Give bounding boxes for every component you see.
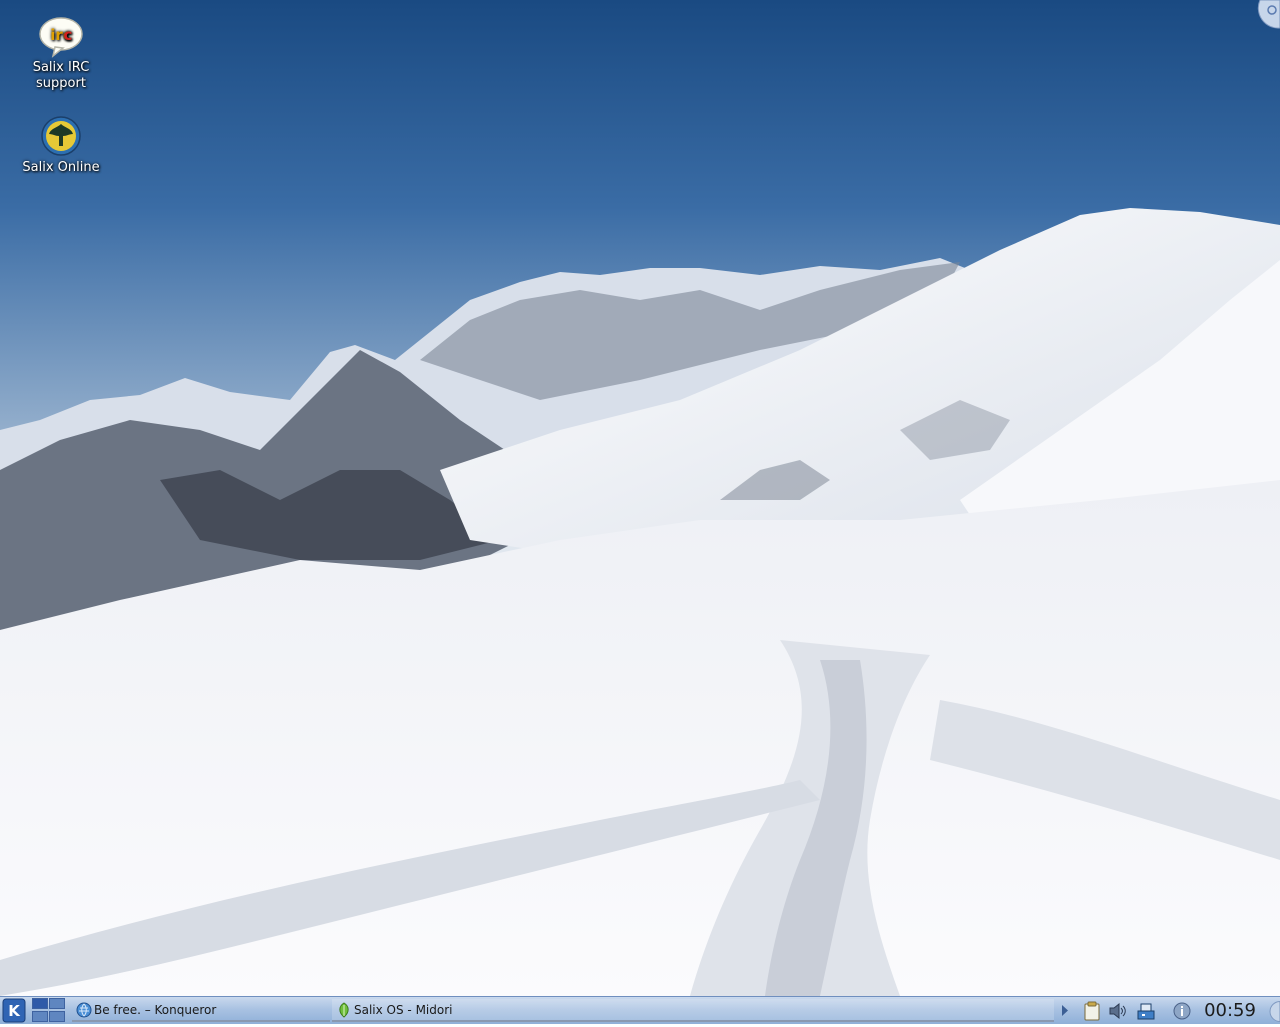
clipboard-icon[interactable]: [1082, 1001, 1102, 1021]
taskbar-item-label: Be free. – Konqueror: [94, 1002, 217, 1017]
salix-globe-icon: [41, 116, 81, 156]
svg-text:K: K: [8, 1002, 21, 1020]
taskbar-item-midori[interactable]: Salix OS - Midori: [332, 999, 1054, 1022]
info-icon[interactable]: [1172, 1001, 1192, 1021]
desktop-pager[interactable]: [32, 998, 66, 1023]
taskbar-item-label: Salix OS - Midori: [354, 1002, 453, 1017]
svg-text:c: c: [64, 26, 73, 44]
konqueror-icon: [76, 1002, 92, 1017]
midori-icon: [339, 1001, 349, 1018]
pager-desktop-3[interactable]: [32, 1010, 48, 1022]
tray-expand-arrow[interactable]: [1058, 998, 1072, 1023]
taskbar: K Be free. – Konqueror Salix OS - Midori: [0, 996, 1280, 1024]
taskbar-clock[interactable]: 00:59: [1200, 998, 1260, 1023]
taskbar-item-konqueror[interactable]: Be free. – Konqueror: [72, 999, 330, 1022]
irc-icon: irc c: [39, 17, 83, 58]
kde-menu-button[interactable]: K: [2, 998, 26, 1023]
desktop-icon-label: Salix IRC support: [32, 60, 90, 91]
volume-icon[interactable]: [1108, 1001, 1128, 1021]
pager-desktop-4[interactable]: [49, 1010, 65, 1022]
pager-desktop-1[interactable]: [32, 998, 48, 1009]
desktop-icon-label: Salix Online: [22, 160, 100, 175]
desktop-corner-toolbox-icon[interactable]: [1248, 0, 1280, 30]
desktop: irc c Salix IRC support Salix Online: [0, 0, 1280, 996]
desktop-icon-irc[interactable]: irc c Salix IRC support: [13, 14, 109, 92]
lock-logout-icon[interactable]: [1262, 999, 1280, 1024]
kde-logo-icon: K: [2, 998, 26, 1023]
pager-desktop-2[interactable]: [49, 998, 65, 1009]
network-icon[interactable]: [1136, 1001, 1156, 1021]
desktop-icon-salix-online[interactable]: Salix Online: [13, 114, 109, 176]
wallpaper-snow-mountains: [0, 0, 1280, 996]
